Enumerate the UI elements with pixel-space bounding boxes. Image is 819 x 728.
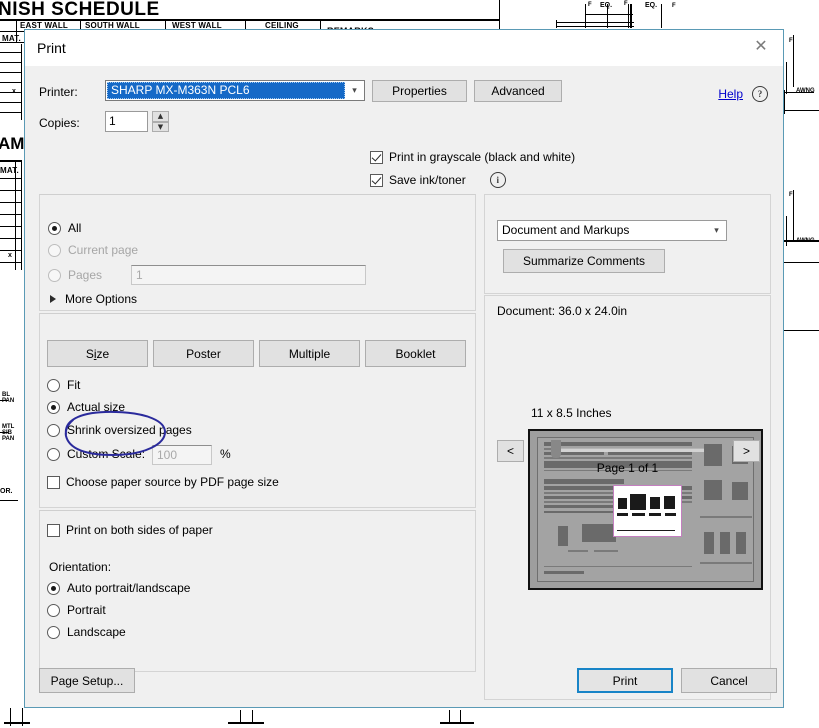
radio-current-page-label: Current page xyxy=(68,243,139,257)
copies-stepper[interactable]: ▲ ▼ xyxy=(152,111,169,132)
radio-custom-scale[interactable]: Custom Scale: xyxy=(47,447,145,461)
dialog-title: Print xyxy=(37,40,66,56)
radio-icon xyxy=(47,625,60,639)
checkbox-icon xyxy=(47,523,60,537)
pages-to-print-group: All Current page Pages 1 More Options xyxy=(39,194,476,311)
print-button[interactable]: Print xyxy=(577,668,673,693)
mat-label-left: MAT. xyxy=(0,166,19,175)
both-sides-label: Print on both sides of paper xyxy=(66,523,213,537)
triangle-right-icon xyxy=(50,295,56,303)
radio-actual-size[interactable]: Actual size xyxy=(47,400,125,414)
checkbox-icon xyxy=(370,173,383,187)
preview-sheet xyxy=(528,429,763,590)
more-options-toggle[interactable]: More Options xyxy=(50,292,137,306)
print-dialog: Print ✕ Printer: SHARP MX-M363N PCL6 ▾ P… xyxy=(24,29,784,708)
radio-icon xyxy=(48,268,61,282)
size-button[interactable]: Size xyxy=(47,340,148,367)
grayscale-checkbox[interactable]: Print in grayscale (black and white) xyxy=(370,150,575,164)
radio-icon xyxy=(47,447,60,461)
percent-label: % xyxy=(220,447,231,461)
radio-icon xyxy=(47,378,60,392)
multiple-button[interactable]: Multiple xyxy=(259,340,360,367)
radio-portrait[interactable]: Portrait xyxy=(47,603,106,617)
saveink-label: Save ink/toner xyxy=(389,173,466,187)
radio-all[interactable]: All xyxy=(48,221,81,235)
orientation-label: Orientation: xyxy=(49,560,112,574)
next-page-button[interactable]: > xyxy=(733,440,760,462)
comments-forms-group: Document and Markups ▾ Summarize Comment… xyxy=(484,194,771,294)
page-slider-track[interactable] xyxy=(554,448,704,452)
radio-shrink-oversized[interactable]: Shrink oversized pages xyxy=(47,423,192,437)
checkbox-icon xyxy=(47,475,60,489)
dialog-titlebar: Print ✕ xyxy=(25,30,783,66)
radio-icon xyxy=(47,603,60,617)
advanced-button[interactable]: Advanced xyxy=(474,80,562,102)
properties-button[interactable]: Properties xyxy=(372,80,467,102)
chevron-down-icon: ▾ xyxy=(352,85,357,96)
duplex-orientation-group: Print on both sides of paper Orientation… xyxy=(39,510,476,672)
printer-label: Printer: xyxy=(39,85,78,99)
radio-landscape-label: Landscape xyxy=(67,625,126,639)
grayscale-label: Print in grayscale (black and white) xyxy=(389,150,576,164)
radio-shrink-label: Shrink oversized pages xyxy=(67,423,192,437)
radio-auto-label: Auto portrait/landscape xyxy=(67,581,191,595)
radio-pages[interactable]: Pages xyxy=(48,268,102,282)
checkbox-icon xyxy=(370,150,383,164)
preview-sheet-content xyxy=(537,437,754,582)
document-size-label: Document: 36.0 x 24.0in xyxy=(497,304,628,318)
radio-landscape[interactable]: Landscape xyxy=(47,625,126,639)
radio-custom-scale-label: Custom Scale: xyxy=(67,447,146,461)
mat-label-top: MAT. xyxy=(2,34,21,43)
radio-icon xyxy=(47,581,60,595)
help-link[interactable]: Help xyxy=(718,87,743,101)
both-sides-checkbox[interactable]: Print on both sides of paper xyxy=(47,523,213,537)
paper-source-checkbox[interactable]: Choose paper source by PDF page size xyxy=(47,475,279,489)
radio-auto-orientation[interactable]: Auto portrait/landscape xyxy=(47,581,190,595)
radio-icon xyxy=(47,423,60,437)
printer-select[interactable]: SHARP MX-M363N PCL6 ▾ xyxy=(105,80,365,101)
page-slider-thumb[interactable] xyxy=(551,440,561,458)
page-sizing-group: Size Poster Multiple Booklet Fit Actual … xyxy=(39,313,476,508)
poster-button[interactable]: Poster xyxy=(153,340,254,367)
radio-fit[interactable]: Fit xyxy=(47,378,80,392)
paper-size-label: 11 x 8.5 Inches xyxy=(531,406,612,420)
page-indicator: Page 1 of 1 xyxy=(596,461,659,475)
info-icon[interactable]: i xyxy=(489,172,506,188)
radio-portrait-label: Portrait xyxy=(67,603,106,617)
summarize-comments-button[interactable]: Summarize Comments xyxy=(503,249,665,273)
cancel-button[interactable]: Cancel xyxy=(681,668,777,693)
radio-icon xyxy=(48,221,61,235)
more-options-label: More Options xyxy=(65,292,138,306)
radio-pages-label: Pages xyxy=(68,268,103,282)
radio-current-page[interactable]: Current page xyxy=(48,243,138,257)
print-preview-pane: Document: 36.0 x 24.0in 11 x 8.5 Inches xyxy=(484,295,771,700)
chevron-up-icon[interactable]: ▲ xyxy=(152,111,169,122)
copies-input[interactable]: 1 xyxy=(105,111,148,132)
pages-input[interactable]: 1 xyxy=(131,265,366,285)
question-mark-icon[interactable]: ? xyxy=(752,86,768,102)
radio-icon xyxy=(48,243,61,257)
radio-actual-size-label: Actual size xyxy=(67,400,126,414)
printer-selected-value: SHARP MX-M363N PCL6 xyxy=(107,82,345,99)
dialog-body: Printer: SHARP MX-M363N PCL6 ▾ Propertie… xyxy=(25,66,783,707)
preview-crop-region xyxy=(613,485,682,537)
saveink-checkbox[interactable]: Save ink/toner i xyxy=(370,172,506,188)
chevron-down-icon: ▾ xyxy=(714,225,719,236)
schedule-title: NISH SCHEDULE xyxy=(0,0,160,20)
comments-selected-value: Document and Markups xyxy=(502,223,630,237)
radio-all-label: All xyxy=(68,221,82,235)
custom-scale-input[interactable]: 100 xyxy=(152,445,212,465)
previous-page-button[interactable]: < xyxy=(497,440,524,462)
chevron-down-icon[interactable]: ▼ xyxy=(152,121,169,132)
radio-fit-label: Fit xyxy=(67,378,81,392)
paper-source-label: Choose paper source by PDF page size xyxy=(66,475,279,489)
printer-section: Printer: SHARP MX-M363N PCL6 ▾ Propertie… xyxy=(39,80,779,140)
page-setup-button[interactable]: Page Setup... xyxy=(39,668,135,693)
booklet-button[interactable]: Booklet xyxy=(365,340,466,367)
close-icon[interactable]: ✕ xyxy=(739,30,783,60)
radio-icon xyxy=(47,400,60,414)
comments-select[interactable]: Document and Markups ▾ xyxy=(497,220,727,241)
copies-label: Copies: xyxy=(39,116,80,130)
